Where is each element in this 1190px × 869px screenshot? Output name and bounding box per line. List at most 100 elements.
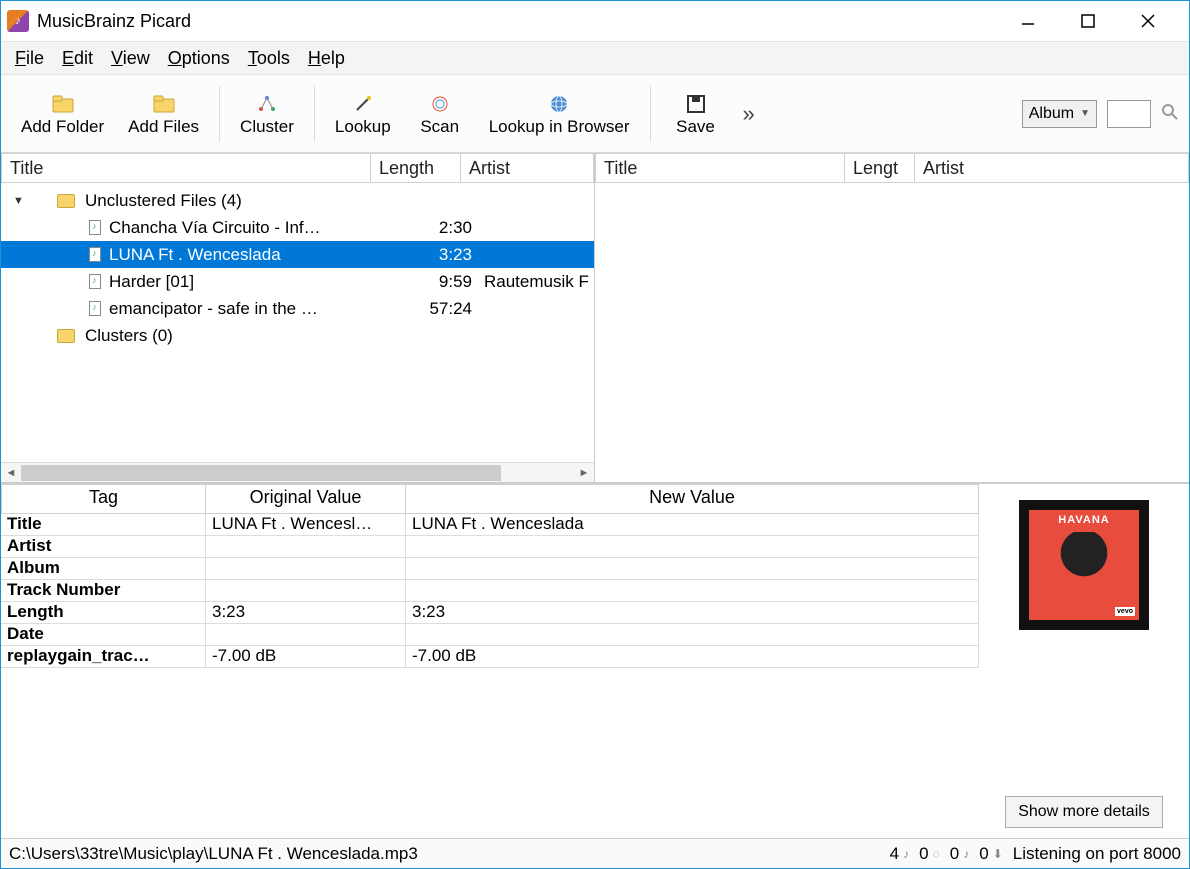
meta-new: 3:23 [406,602,979,623]
meta-new: LUNA Ft . Wenceslada [406,514,979,535]
add-files-button[interactable]: Add Files [118,87,209,141]
mcol-new[interactable]: New Value [406,484,979,514]
save-icon [686,91,706,117]
col-length[interactable]: Length [371,153,461,183]
expand-icon[interactable]: ▼ [13,195,29,207]
menubar: File Edit View Options Tools Help [1,41,1189,75]
scroll-right-icon[interactable]: ► [574,467,594,479]
meta-original: LUNA Ft . Wencesl… [206,514,406,535]
file-length: 9:59 [404,272,484,292]
split-panes: Title Length Artist ▼ Unclustered Files … [1,153,1189,483]
search-type-combo[interactable]: Album ▼ [1022,100,1097,128]
menu-view[interactable]: View [111,48,150,69]
scan-button[interactable]: Scan [405,87,475,141]
minimize-button[interactable] [1013,6,1043,36]
meta-tag: Title [1,514,206,535]
metadata-row[interactable]: Track Number [1,580,979,602]
meta-new: -7.00 dB [406,646,979,667]
app-title: MusicBrainz Picard [37,11,191,32]
file-tree[interactable]: ▼ Unclustered Files (4) Chancha Vía Circ… [1,183,594,462]
mcol-tag[interactable]: Tag [1,484,206,514]
music-icon: ♪ [903,847,909,861]
left-pane: Title Length Artist ▼ Unclustered Files … [1,153,595,482]
toolbar: Add Folder Add Files Cluster Lookup Scan… [1,75,1189,153]
metadata-row[interactable]: Album [1,558,979,580]
maximize-button[interactable] [1073,6,1103,36]
meta-new [406,624,979,645]
menu-options[interactable]: Options [168,48,230,69]
col-artist[interactable]: Artist [461,153,594,183]
mcol-original[interactable]: Original Value [206,484,406,514]
lookup-label: Lookup [335,117,391,137]
left-scrollbar[interactable]: ◄ ► [1,462,594,482]
status-count-download: 0⬇ [979,844,1003,864]
search-input[interactable] [1107,100,1151,128]
metadata-row[interactable]: Date [1,624,979,646]
lookup-button[interactable]: Lookup [325,87,401,141]
file-length: 2:30 [404,218,484,238]
status-count-cd: 0◌ [919,844,940,864]
metadata-row[interactable]: replaygain_trac…-7.00 dB-7.00 dB [1,646,979,668]
albumart-panel: HAVANA vevo Show more details [979,484,1189,838]
folder-icon [57,329,75,343]
meta-original [206,536,406,557]
col-length[interactable]: Lengt [845,153,915,183]
lookup-browser-button[interactable]: Lookup in Browser [479,87,640,141]
menu-edit[interactable]: Edit [62,48,93,69]
metadata-row[interactable]: Artist [1,536,979,558]
file-length: 57:24 [404,299,484,319]
chevron-down-icon: ▼ [1080,108,1090,119]
album-tree[interactable] [595,183,1189,482]
add-folder-button[interactable]: Add Folder [11,87,114,141]
wand-icon [353,91,373,117]
show-details-button[interactable]: Show more details [1005,796,1163,828]
menu-help[interactable]: Help [308,48,345,69]
titlebar: ♪ MusicBrainz Picard [1,1,1189,41]
status-listening: Listening on port 8000 [1013,844,1181,864]
albumart-title: HAVANA [1058,514,1109,526]
cluster-button[interactable]: Cluster [230,87,304,141]
status-path: C:\Users\33tre\Music\play\LUNA Ft . Wenc… [9,844,880,864]
download-icon: ⬇ [993,847,1003,861]
disc-icon: ◌ [933,847,940,861]
albumart[interactable]: HAVANA vevo [1019,500,1149,630]
scroll-left-icon[interactable]: ◄ [1,467,21,479]
scan-label: Scan [420,117,459,137]
left-column-headers: Title Length Artist [1,153,594,183]
metadata-row[interactable]: TitleLUNA Ft . Wencesl…LUNA Ft . Wencesl… [1,514,979,536]
file-row[interactable]: LUNA Ft . Wenceslada3:23 [1,241,594,268]
music-icon: ♪ [963,847,969,861]
globe-icon [549,91,569,117]
file-artist: Rautemusik F [484,272,594,292]
toolbar-overflow[interactable]: » [735,101,763,127]
cluster-icon [257,91,277,117]
metadata-row[interactable]: Length3:233:23 [1,602,979,624]
menu-file[interactable]: File [15,48,44,69]
file-row[interactable]: Harder [01]9:59Rautemusik F [1,268,594,295]
file-row[interactable]: emancipator - safe in the …57:24 [1,295,594,322]
save-label: Save [676,117,715,137]
metadata-panel: Tag Original Value New Value TitleLUNA F… [1,483,1189,838]
search-icon[interactable] [1161,103,1179,124]
fingerprint-icon [430,91,450,117]
unclustered-group[interactable]: ▼ Unclustered Files (4) [1,187,594,214]
file-icon [89,220,101,235]
file-title: LUNA Ft . Wenceslada [109,245,404,265]
col-title[interactable]: Title [1,153,371,183]
meta-new [406,580,979,601]
file-row[interactable]: Chancha Vía Circuito - Inf…2:30 [1,214,594,241]
close-button[interactable] [1133,6,1163,36]
group-label: Unclustered Files (4) [85,191,594,211]
menu-tools[interactable]: Tools [248,48,290,69]
meta-tag: Album [1,558,206,579]
folder-icon [52,91,74,117]
meta-original: 3:23 [206,602,406,623]
meta-new [406,558,979,579]
clusters-group[interactable]: Clusters (0) [1,322,594,349]
col-title[interactable]: Title [595,153,845,183]
save-button[interactable]: Save [661,87,731,141]
meta-new [406,536,979,557]
file-icon [89,247,101,262]
col-artist[interactable]: Artist [915,153,1189,183]
meta-original [206,558,406,579]
